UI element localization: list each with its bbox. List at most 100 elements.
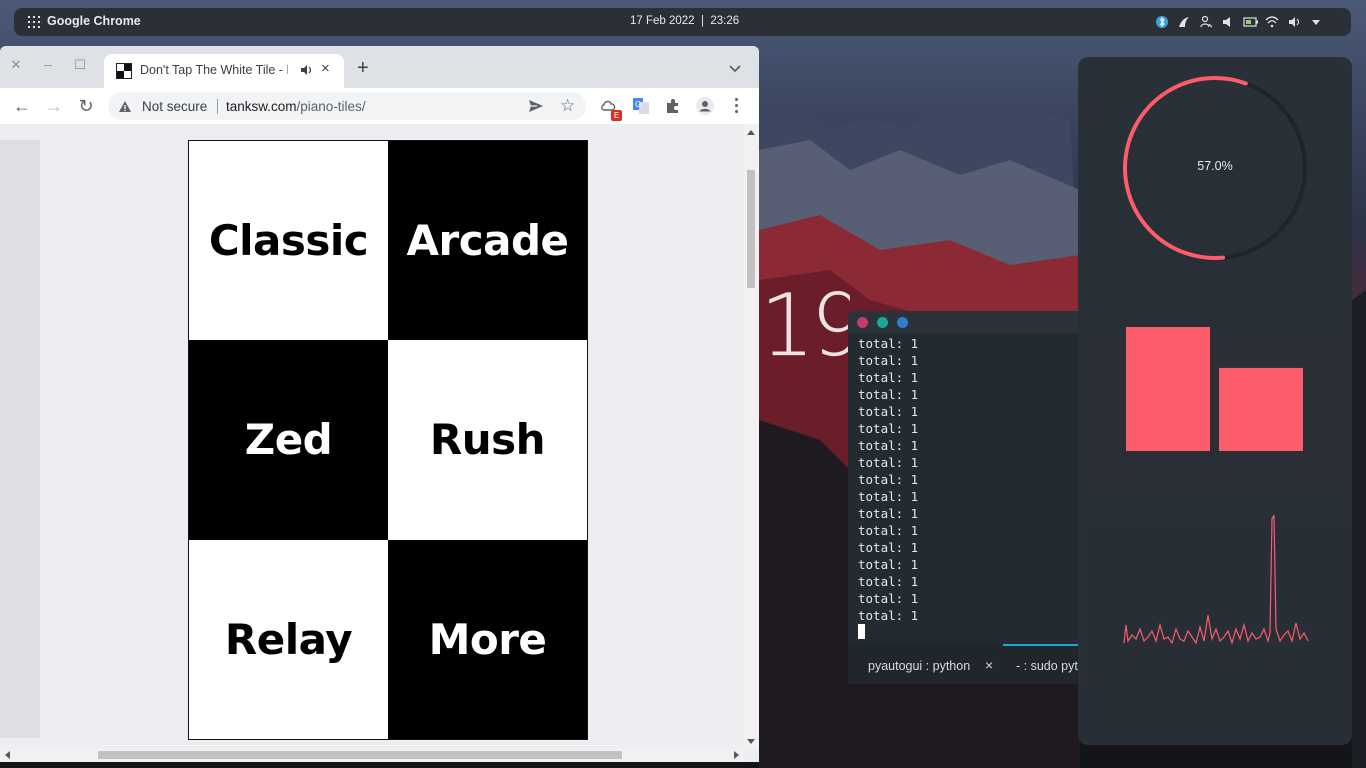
terminal-tab-bar: pyautogui : python × - : sudo pyt xyxy=(848,644,1088,684)
extensions-puzzle-icon[interactable] xyxy=(664,97,682,115)
usage-bar-1 xyxy=(1126,327,1210,451)
vertical-scroll-thumb[interactable] xyxy=(747,170,755,288)
horizontal-scroll-thumb[interactable] xyxy=(98,751,622,759)
address-bar[interactable]: Not secure tanksw.com/piano-tiles/ ☆ xyxy=(108,92,586,120)
scroll-left-arrow-icon[interactable] xyxy=(5,751,10,759)
terminal-cursor xyxy=(858,624,865,639)
terminal-close-dot[interactable] xyxy=(857,317,868,328)
scroll-down-arrow-icon[interactable] xyxy=(747,739,755,744)
browser-tab-active[interactable]: Don't Tap The White Tile - I × xyxy=(104,54,344,88)
active-app-name[interactable]: Google Chrome xyxy=(47,14,141,28)
address-separator xyxy=(217,99,218,114)
terminal-output[interactable]: total: 1 total: 1 total: 1 total: 1 total: 1… xyxy=(858,335,918,624)
usage-bars xyxy=(1126,327,1303,451)
desktop-clock-fragment: 19 xyxy=(760,276,850,376)
tab-search-chevron-icon[interactable] xyxy=(728,61,742,73)
battery-icon[interactable] xyxy=(1243,15,1258,29)
terminal-minimize-dot[interactable] xyxy=(877,317,888,328)
sparkline-line xyxy=(1123,514,1309,646)
terminal-window[interactable]: total: 1 total: 1 total: 1 total: 1 total: 1… xyxy=(848,311,1088,684)
vertical-scrollbar[interactable] xyxy=(743,124,759,748)
reload-button[interactable]: ↻ xyxy=(76,96,96,116)
speaker-icon[interactable] xyxy=(1287,15,1301,29)
browser-toolbar: ← → ↻ Not secure tanksw.com/piano-tiles/… xyxy=(0,88,759,124)
bluetooth-icon[interactable] xyxy=(1155,15,1169,29)
terminal-line: total: 1 xyxy=(858,574,919,589)
terminal-line: total: 1 xyxy=(858,387,919,402)
tile-classic[interactable]: Classic xyxy=(189,141,388,341)
panel-date: 17 Feb 2022 xyxy=(630,15,695,27)
apps-grid-icon[interactable] xyxy=(28,16,40,28)
usage-bar-2 xyxy=(1219,367,1303,451)
page-viewport: Classic Arcade Zed Rush Relay More xyxy=(0,124,759,762)
top-panel: Google Chrome 17 Feb 2022 | 23:26 xyxy=(14,8,1351,36)
panel-clock-separator: | xyxy=(697,15,708,27)
security-label[interactable]: Not secure xyxy=(142,99,207,114)
tab-close-button[interactable]: × xyxy=(321,61,330,77)
piano-tiles-favicon-icon xyxy=(116,63,132,79)
system-tray xyxy=(1155,14,1323,30)
dropdown-arrow-icon[interactable] xyxy=(1309,15,1323,29)
send-share-icon[interactable] xyxy=(528,99,544,113)
window-minimize-icon[interactable]: – xyxy=(40,57,56,73)
tab-title: Don't Tap The White Tile - I xyxy=(140,63,288,77)
tab-strip: ✕ – ☐ Don't Tap The White Tile - I × + xyxy=(0,46,759,88)
tile-zed[interactable]: Zed xyxy=(189,340,388,540)
terminal-line: total: 1 xyxy=(858,438,919,453)
window-maximize-icon[interactable]: ☐ xyxy=(72,57,88,73)
url-text[interactable]: tanksw.com/piano-tiles/ xyxy=(226,99,366,114)
tile-rush[interactable]: Rush xyxy=(388,340,587,540)
terminal-line: total: 1 xyxy=(858,557,919,572)
terminal-maximize-dot[interactable] xyxy=(897,317,908,328)
terminal-line: total: 1 xyxy=(858,523,919,538)
wifi-icon[interactable] xyxy=(1265,15,1279,29)
tab-audio-playing-icon[interactable] xyxy=(300,63,314,77)
nvidia-icon[interactable] xyxy=(1177,15,1191,29)
terminal-line: total: 1 xyxy=(858,353,919,368)
chrome-window: ✕ – ☐ Don't Tap The White Tile - I × + ←… xyxy=(0,46,759,762)
scroll-up-arrow-icon[interactable] xyxy=(747,130,755,135)
terminal-line: total: 1 xyxy=(858,591,919,606)
page-side-margin xyxy=(0,140,40,738)
volume-icon[interactable] xyxy=(1221,15,1235,29)
system-monitor-widget: 57.0% xyxy=(1078,57,1352,745)
terminal-line: total: 1 xyxy=(858,540,919,555)
tile-relay[interactable]: Relay xyxy=(189,539,388,739)
url-path: /piano-tiles/ xyxy=(296,99,366,114)
activity-sparkline xyxy=(1123,514,1309,646)
terminal-line: total: 1 xyxy=(858,506,919,521)
panel-time: 23:26 xyxy=(710,15,740,27)
profile-avatar-icon[interactable] xyxy=(696,97,714,115)
scroll-right-arrow-icon[interactable] xyxy=(734,751,739,759)
terminal-line: total: 1 xyxy=(858,336,919,351)
terminal-active-tab-indicator xyxy=(1003,644,1088,646)
new-tab-button[interactable]: + xyxy=(357,58,369,78)
piano-tiles-menu: Classic Arcade Zed Rush Relay More xyxy=(188,140,588,740)
google-translate-icon[interactable]: G xyxy=(632,97,650,115)
svg-text:G: G xyxy=(635,100,641,109)
tile-more[interactable]: More xyxy=(388,539,587,739)
bookmark-star-icon[interactable]: ☆ xyxy=(560,97,575,115)
terminal-line: total: 1 xyxy=(858,370,919,385)
terminal-tab-sudo[interactable]: - : sudo pyt xyxy=(1016,659,1078,673)
tile-arcade[interactable]: Arcade xyxy=(388,141,587,341)
panel-clock[interactable]: 17 Feb 2022 | 23:26 xyxy=(630,15,739,27)
terminal-line: total: 1 xyxy=(858,489,919,504)
terminal-tab-close-button[interactable]: × xyxy=(985,657,993,673)
terminal-tab-pyautogui[interactable]: pyautogui : python xyxy=(868,659,970,673)
network-users-icon[interactable] xyxy=(1199,15,1213,29)
chrome-menu-icon[interactable] xyxy=(735,98,739,114)
terminal-line: total: 1 xyxy=(858,472,919,487)
back-button[interactable]: ← xyxy=(12,96,32,116)
horizontal-scrollbar[interactable] xyxy=(0,748,743,762)
terminal-titlebar[interactable] xyxy=(848,311,1088,333)
extension-badge: E xyxy=(611,110,622,121)
terminal-line: total: 1 xyxy=(858,608,919,623)
gauge-percentage: 57.0% xyxy=(1197,159,1233,173)
terminal-line: total: 1 xyxy=(858,404,919,419)
window-close-icon[interactable]: ✕ xyxy=(8,57,24,73)
terminal-line: total: 1 xyxy=(858,421,919,436)
terminal-line: total: 1 xyxy=(858,455,919,470)
warning-triangle-icon[interactable] xyxy=(118,100,132,113)
forward-button[interactable]: → xyxy=(44,96,64,116)
